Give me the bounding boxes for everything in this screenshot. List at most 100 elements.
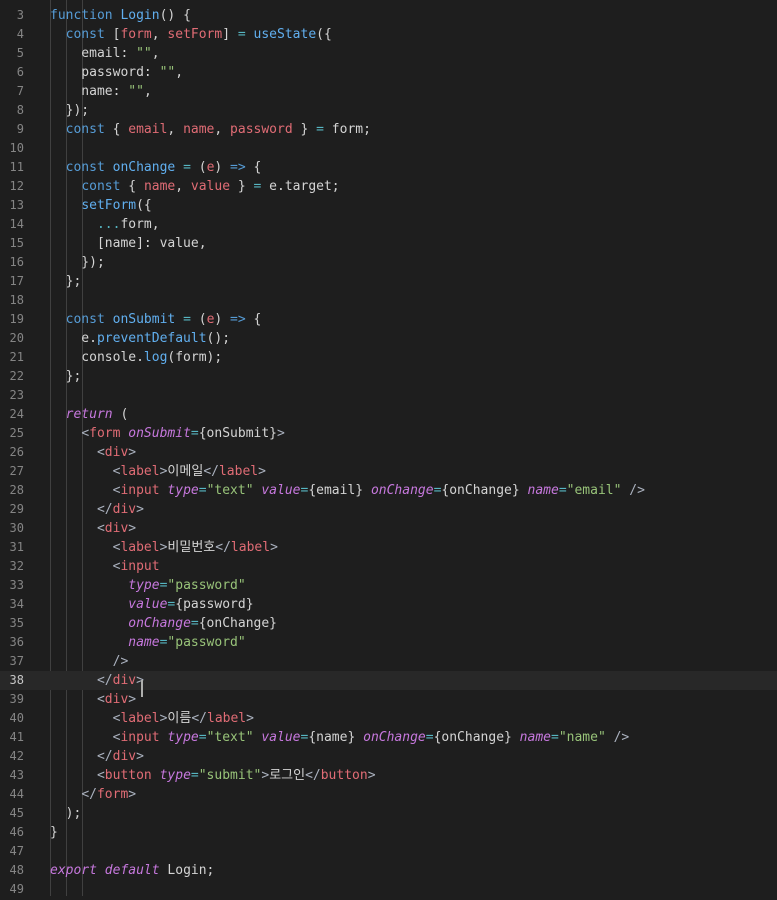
code-line[interactable]: 19 const onSubmit = (e) => { [0, 310, 777, 329]
code-editor[interactable]: 23function Login() {4 const [form, setFo… [0, 0, 777, 900]
code-line[interactable]: 6 password: "", [0, 63, 777, 82]
code-token: = [198, 730, 207, 745]
code-token: button [104, 768, 152, 783]
code-line[interactable]: 20 e.preventDefault(); [0, 329, 777, 348]
code-token: </ [96, 673, 113, 688]
code-line[interactable]: 8 }); [0, 101, 777, 120]
code-line[interactable]: 13 setForm({ [0, 196, 777, 215]
code-line[interactable]: 49 [0, 880, 777, 899]
code-token: > [136, 502, 144, 517]
code-token: input [120, 730, 160, 745]
line-number: 14 [9, 217, 24, 231]
code-line[interactable]: 39 <div> [0, 690, 777, 709]
line-number: 9 [16, 122, 24, 136]
code-text: <div> [50, 519, 136, 538]
code-token: name [128, 635, 160, 650]
code-text: }; [50, 272, 82, 291]
code-text: }; [50, 367, 82, 386]
code-token: setForm [81, 198, 137, 213]
code-line[interactable]: 35 onChange={onChange} [0, 614, 777, 633]
code-line[interactable]: 4 const [form, setForm] = useState({ [0, 25, 777, 44]
code-token: ( [190, 160, 207, 175]
code-line[interactable]: 36 name="password" [0, 633, 777, 652]
code-line[interactable]: 29 </div> [0, 500, 777, 519]
code-token: 이메일 [167, 464, 204, 479]
code-line[interactable]: 25 <form onSubmit={onSubmit}> [0, 424, 777, 443]
code-line[interactable]: 24 return ( [0, 405, 777, 424]
code-line[interactable]: 27 <label>이메일</label> [0, 462, 777, 481]
code-line[interactable]: 26 <div> [0, 443, 777, 462]
code-line[interactable]: 43 <button type="submit">로그인</button> [0, 766, 777, 785]
code-line[interactable]: 22 }; [0, 367, 777, 386]
code-token: {email} [308, 483, 371, 498]
code-line[interactable]: 48 export default Login; [0, 861, 777, 880]
code-line[interactable]: 37 /> [0, 652, 777, 671]
code-token: onSubmit [112, 312, 176, 327]
code-line[interactable]: 21 console.log(form); [0, 348, 777, 367]
line-number: 46 [9, 825, 24, 839]
code-line[interactable]: 47 [0, 842, 777, 861]
code-token: const [65, 312, 105, 327]
code-token: onChange [112, 160, 176, 175]
code-line[interactable]: 38 </div> [0, 671, 777, 690]
code-token: label [218, 464, 259, 479]
code-line[interactable]: 17 }; [0, 272, 777, 291]
code-line[interactable]: 12 const { name, value } = e.target; [0, 177, 777, 196]
code-token: type [167, 483, 199, 498]
code-token: div [104, 445, 129, 460]
code-line[interactable]: 11 const onChange = (e) => { [0, 158, 777, 177]
code-token: }); [50, 255, 105, 270]
code-token: const [65, 122, 105, 137]
code-text: const onChange = (e) => { [50, 158, 262, 177]
code-line[interactable]: 46} [0, 823, 777, 842]
code-line[interactable]: 7 name: "", [0, 82, 777, 101]
code-line[interactable]: 16 }); [0, 253, 777, 272]
code-line[interactable]: 45 ); [0, 804, 777, 823]
code-token: default [104, 863, 160, 878]
code-line[interactable]: 32 <input [0, 557, 777, 576]
line-number: 26 [9, 445, 24, 459]
code-line[interactable]: 34 value={password} [0, 595, 777, 614]
code-line[interactable]: 44 </form> [0, 785, 777, 804]
code-token: div [112, 673, 137, 688]
code-token: = [558, 483, 567, 498]
code-line[interactable]: 30 <div> [0, 519, 777, 538]
code-line[interactable]: 42 </div> [0, 747, 777, 766]
code-text: const { name, value } = e.target; [50, 177, 339, 196]
code-token: = [237, 27, 246, 42]
code-token: {password} [175, 597, 254, 612]
code-token: {onChange} [198, 616, 278, 631]
code-token: [ [104, 27, 121, 42]
code-token: < [96, 692, 105, 707]
code-line[interactable]: 5 email: "", [0, 44, 777, 63]
code-token: email: [50, 46, 137, 61]
code-token: name: [50, 84, 129, 99]
code-line[interactable]: 33 type="password" [0, 576, 777, 595]
code-line[interactable]: 31 <label>비밀번호</label> [0, 538, 777, 557]
code-line[interactable]: 3 function Login() { [0, 6, 777, 25]
code-token: "" [159, 65, 176, 80]
code-line[interactable]: 40 <label>이름</label> [0, 709, 777, 728]
code-token: "" [136, 46, 152, 61]
code-line[interactable]: 15 [name]: value, [0, 234, 777, 253]
code-text: email: "", [50, 44, 159, 63]
code-line[interactable]: 23 [0, 386, 777, 405]
code-line[interactable]: 41 <input type="text" value={name} onCha… [0, 728, 777, 747]
code-line[interactable]: 14 ...form, [0, 215, 777, 234]
code-token: form; [323, 122, 371, 137]
code-token: </ [96, 749, 113, 764]
code-line[interactable]: 10 [0, 139, 777, 158]
code-text: <label>이름</label> [50, 709, 254, 728]
line-number: 5 [16, 46, 24, 60]
code-token: , [175, 179, 191, 194]
code-token: = [190, 426, 199, 441]
code-line[interactable]: 9 const { email, name, password } = form… [0, 120, 777, 139]
code-line[interactable]: 28 <input type="text" value={email} onCh… [0, 481, 777, 500]
code-line[interactable]: 18 [0, 291, 777, 310]
